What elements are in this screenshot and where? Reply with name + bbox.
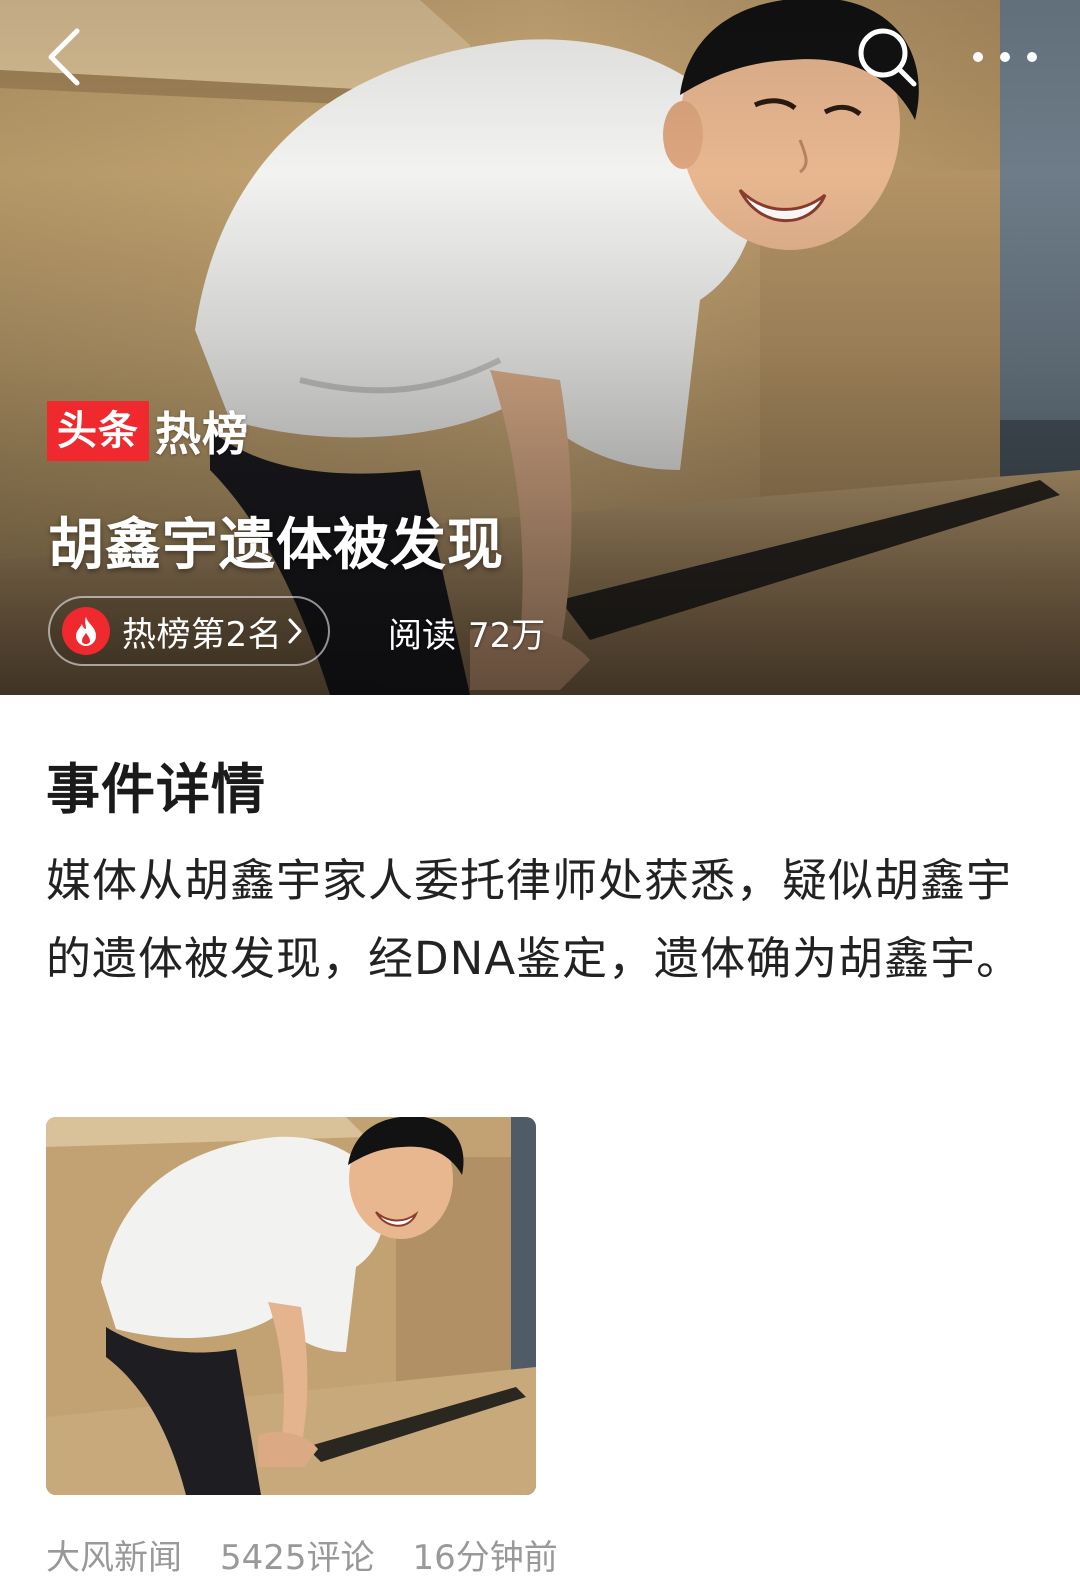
reads-count: 72万 (468, 616, 546, 656)
hero-overlay (0, 0, 1080, 695)
search-icon (858, 28, 917, 87)
chevron-right-icon (288, 618, 302, 644)
publish-time: 16分钟前 (412, 1538, 558, 1578)
section-heading: 事件详情 (46, 758, 266, 821)
toutiao-hot-list-logo: 头条 热榜 (47, 400, 249, 462)
hot-rank-badge[interactable]: 热榜第2名 (48, 596, 331, 666)
more-button[interactable] (960, 22, 1050, 92)
brand-text: 热榜 (155, 407, 249, 461)
flame-icon (62, 607, 110, 655)
thumbnail-photo (46, 1117, 536, 1495)
brand-box: 头条 (47, 401, 149, 461)
reads-label: 阅读 (388, 616, 456, 656)
hero-banner: 头条 热榜 胡鑫宇遗体被发现 热榜第2名 阅读 72万 (0, 0, 1080, 695)
event-summary: 媒体从胡鑫宇家人委托律师处获悉，疑似胡鑫宇的遗体被发现，经DNA鉴定，遗体确为胡… (46, 854, 1023, 985)
rank-label: 热榜第2名 (122, 614, 283, 655)
chevron-left-icon (48, 28, 80, 86)
article-meta: 大风新闻 5425评论 16分钟前 (46, 1530, 596, 1579)
more-dots-icon (973, 52, 1037, 62)
back-button[interactable] (30, 22, 100, 92)
read-count: 阅读 72万 (388, 608, 545, 657)
source-name[interactable]: 大风新闻 (46, 1530, 182, 1579)
comment-count[interactable]: 5425评论 (220, 1530, 375, 1579)
search-button[interactable] (850, 20, 926, 96)
page-title: 胡鑫宇遗体被发现 (48, 513, 504, 578)
article-thumbnail[interactable] (46, 1117, 536, 1495)
